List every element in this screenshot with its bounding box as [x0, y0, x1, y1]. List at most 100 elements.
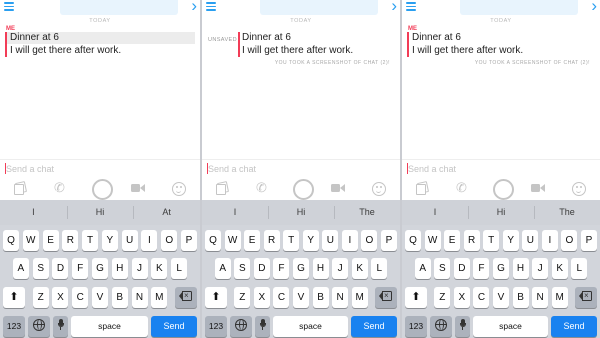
camera-capture-icon[interactable]: [91, 179, 113, 200]
chat-input[interactable]: Send a chat: [408, 162, 588, 176]
suggestion-item[interactable]: I: [202, 200, 268, 225]
key-e[interactable]: E: [42, 230, 59, 251]
key-g[interactable]: G: [92, 258, 108, 279]
key-i[interactable]: I: [541, 230, 558, 251]
key-n[interactable]: N: [332, 287, 349, 308]
key-i[interactable]: I: [341, 230, 358, 251]
key-z[interactable]: Z: [434, 287, 451, 308]
key-x[interactable]: X: [253, 287, 270, 308]
key-j[interactable]: J: [131, 258, 148, 279]
key-q[interactable]: Q: [3, 230, 19, 251]
chat-message[interactable]: I will get there after work.: [10, 45, 121, 57]
space-key[interactable]: space: [273, 316, 348, 337]
key-c[interactable]: C: [273, 287, 290, 308]
numbers-key[interactable]: 123: [205, 316, 227, 337]
key-p[interactable]: P: [581, 230, 597, 251]
key-s[interactable]: S: [234, 258, 251, 279]
key-i[interactable]: I: [141, 230, 158, 251]
key-y[interactable]: Y: [101, 230, 118, 251]
globe-key[interactable]: [28, 316, 50, 337]
memories-icon[interactable]: [14, 181, 28, 195]
key-z[interactable]: Z: [234, 287, 251, 308]
key-v[interactable]: V: [493, 287, 509, 308]
emoji-icon[interactable]: [172, 182, 186, 196]
key-j[interactable]: J: [332, 258, 349, 279]
key-t[interactable]: T: [82, 230, 99, 251]
suggestion-item[interactable]: I: [402, 200, 468, 225]
key-x[interactable]: X: [52, 287, 69, 308]
chat-input[interactable]: Send a chat: [6, 162, 186, 176]
space-key[interactable]: space: [473, 316, 548, 337]
key-c[interactable]: C: [473, 287, 490, 308]
key-y[interactable]: Y: [302, 230, 319, 251]
key-k[interactable]: K: [551, 258, 568, 279]
key-d[interactable]: D: [253, 258, 270, 279]
camera-capture-icon[interactable]: [292, 179, 314, 200]
key-o[interactable]: O: [161, 230, 178, 251]
key-m[interactable]: M: [351, 287, 368, 308]
key-u[interactable]: U: [121, 230, 138, 251]
backspace-key[interactable]: ×: [175, 287, 197, 308]
suggestion-item[interactable]: The: [534, 200, 600, 225]
chat-message[interactable]: I will get there after work.: [412, 45, 523, 57]
key-f[interactable]: F: [473, 258, 490, 279]
key-m[interactable]: M: [151, 287, 168, 308]
key-t[interactable]: T: [283, 230, 300, 251]
memories-icon[interactable]: [416, 181, 430, 195]
key-w[interactable]: W: [22, 230, 39, 251]
suggestion-item[interactable]: Hi: [268, 200, 334, 225]
key-u[interactable]: U: [522, 230, 539, 251]
phone-icon[interactable]: ✆: [256, 181, 268, 195]
key-f[interactable]: F: [72, 258, 89, 279]
key-k[interactable]: K: [151, 258, 168, 279]
key-p[interactable]: P: [181, 230, 197, 251]
phone-icon[interactable]: ✆: [456, 181, 468, 195]
hamburger-menu-icon[interactable]: [206, 1, 216, 11]
mic-key[interactable]: [255, 316, 270, 337]
send-button[interactable]: Send: [151, 316, 197, 337]
key-b[interactable]: B: [512, 287, 529, 308]
key-l[interactable]: L: [371, 258, 388, 279]
key-r[interactable]: R: [463, 230, 480, 251]
chevron-right-icon[interactable]: ›: [591, 0, 597, 14]
key-v[interactable]: V: [92, 287, 108, 308]
key-n[interactable]: N: [532, 287, 549, 308]
key-k[interactable]: K: [351, 258, 368, 279]
key-m[interactable]: M: [551, 287, 568, 308]
chevron-right-icon[interactable]: ›: [391, 0, 397, 14]
key-u[interactable]: U: [322, 230, 339, 251]
camera-capture-icon[interactable]: [492, 179, 514, 200]
key-h[interactable]: H: [312, 258, 329, 279]
shift-key[interactable]: ⬆: [405, 287, 427, 308]
chevron-right-icon[interactable]: ›: [191, 0, 197, 14]
hamburger-menu-icon[interactable]: [4, 1, 14, 11]
key-v[interactable]: V: [293, 287, 309, 308]
chat-message[interactable]: Dinner at 6: [412, 32, 461, 44]
video-call-icon[interactable]: [330, 182, 346, 194]
globe-key[interactable]: [230, 316, 252, 337]
key-e[interactable]: E: [244, 230, 261, 251]
numbers-key[interactable]: 123: [405, 316, 427, 337]
key-h[interactable]: H: [111, 258, 128, 279]
suggestion-item[interactable]: Hi: [468, 200, 534, 225]
key-q[interactable]: Q: [405, 230, 421, 251]
key-z[interactable]: Z: [32, 287, 49, 308]
key-c[interactable]: C: [72, 287, 89, 308]
chat-message[interactable]: I will get there after work.: [242, 45, 353, 57]
key-y[interactable]: Y: [502, 230, 519, 251]
key-e[interactable]: E: [444, 230, 461, 251]
send-button[interactable]: Send: [351, 316, 397, 337]
emoji-icon[interactable]: [572, 182, 586, 196]
suggestion-item[interactable]: At: [133, 200, 200, 225]
key-w[interactable]: W: [224, 230, 241, 251]
shift-key[interactable]: ⬆: [205, 287, 227, 308]
backspace-key[interactable]: ×: [575, 287, 597, 308]
key-d[interactable]: D: [453, 258, 470, 279]
key-a[interactable]: A: [414, 258, 431, 279]
key-l[interactable]: L: [571, 258, 588, 279]
chat-message[interactable]: Dinner at 6: [10, 32, 59, 44]
suggestion-item[interactable]: Hi: [67, 200, 134, 225]
key-w[interactable]: W: [424, 230, 441, 251]
key-a[interactable]: A: [12, 258, 29, 279]
phone-icon[interactable]: ✆: [54, 181, 66, 195]
